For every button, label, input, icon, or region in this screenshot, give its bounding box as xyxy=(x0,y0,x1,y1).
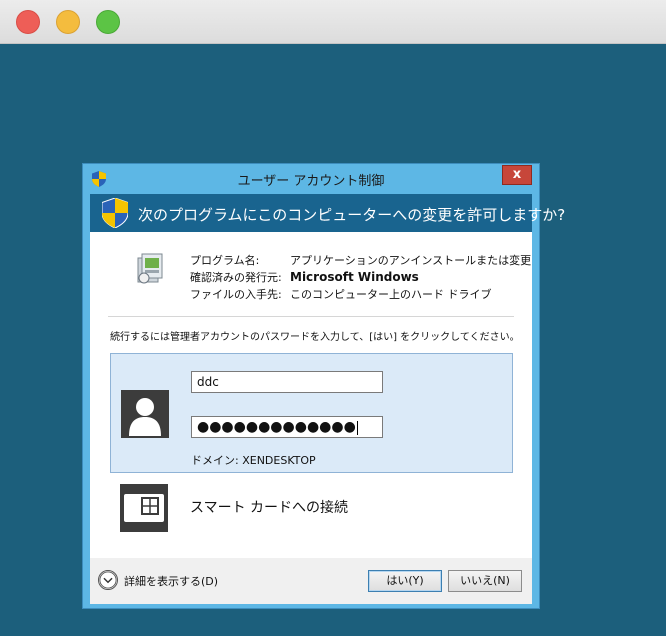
window-titlebar xyxy=(0,0,666,44)
dialog-title: ユーザー アカウント制御 xyxy=(237,174,385,189)
file-origin-label: ファイルの入手先: xyxy=(190,288,282,301)
question-text: 次のプログラムにこのコンピューターへの変更を許可しますか? xyxy=(138,206,566,224)
dialog-close-button[interactable]: x xyxy=(502,165,532,185)
file-origin-row: ファイルの入手先: このコンピューター上のハード ドライブ xyxy=(190,286,531,303)
show-details-label: 詳細を表示する(D) xyxy=(124,575,219,588)
publisher-label: 確認済みの発行元: xyxy=(190,271,282,284)
yes-button[interactable]: はい(Y) xyxy=(368,570,442,592)
uac-dialog: ユーザー アカウント制御 x 次のプログラムにこのコンピューターへの変更を許可し… xyxy=(82,163,565,609)
program-name-value: アプリケーションのアンインストールまたは変更 xyxy=(290,254,532,267)
dialog-footer: 詳細を表示する(D) はい(Y) いいえ(N) xyxy=(90,558,532,604)
uac-shield-large-icon xyxy=(102,198,128,228)
close-window-button[interactable] xyxy=(16,10,40,34)
domain-label: ドメイン: XENDESKTOP xyxy=(191,454,316,467)
file-origin-value: このコンピューター上のハード ドライブ xyxy=(290,288,492,301)
password-input[interactable]: ●●●●●●●●●●●●● xyxy=(191,416,383,438)
smartcard-label: スマート カードへの接続 xyxy=(190,500,349,516)
program-icon xyxy=(137,253,163,284)
user-avatar-icon xyxy=(121,390,169,438)
smart-card-icon xyxy=(120,484,168,532)
instruction-text: 続行するには管理者アカウントのパスワードを入力して、[はい] をクリックしてくだ… xyxy=(110,332,520,343)
separator xyxy=(108,316,514,317)
maximize-window-button[interactable] xyxy=(96,10,120,34)
password-mask: ●●●●●●●●●●●●● xyxy=(197,419,356,435)
smartcard-tile[interactable]: スマート カードへの接続 xyxy=(110,479,513,537)
minimize-window-button[interactable] xyxy=(56,10,80,34)
credential-tile[interactable]: ddc ●●●●●●●●●●●●● ドメイン: XENDESKTOP xyxy=(110,353,513,473)
program-name-label: プログラム名: xyxy=(190,254,260,267)
dialog-titlebar: ユーザー アカウント制御 x xyxy=(83,164,539,192)
username-input[interactable]: ddc xyxy=(191,371,383,393)
chevron-down-icon xyxy=(98,570,118,590)
text-caret xyxy=(356,420,358,435)
publisher-value: Microsoft Windows xyxy=(290,270,419,284)
program-name-row: プログラム名: アプリケーションのアンインストールまたは変更 xyxy=(190,252,531,269)
dialog-content: プログラム名: アプリケーションのアンインストールまたは変更 確認済みの発行元: M… xyxy=(90,232,532,558)
program-info: プログラム名: アプリケーションのアンインストールまたは変更 確認済みの発行元: M… xyxy=(190,252,531,303)
publisher-row: 確認済みの発行元: Microsoft Windows xyxy=(190,269,531,286)
no-button[interactable]: いいえ(N) xyxy=(448,570,522,592)
question-banner: 次のプログラムにこのコンピューターへの変更を許可しますか? xyxy=(90,194,565,232)
